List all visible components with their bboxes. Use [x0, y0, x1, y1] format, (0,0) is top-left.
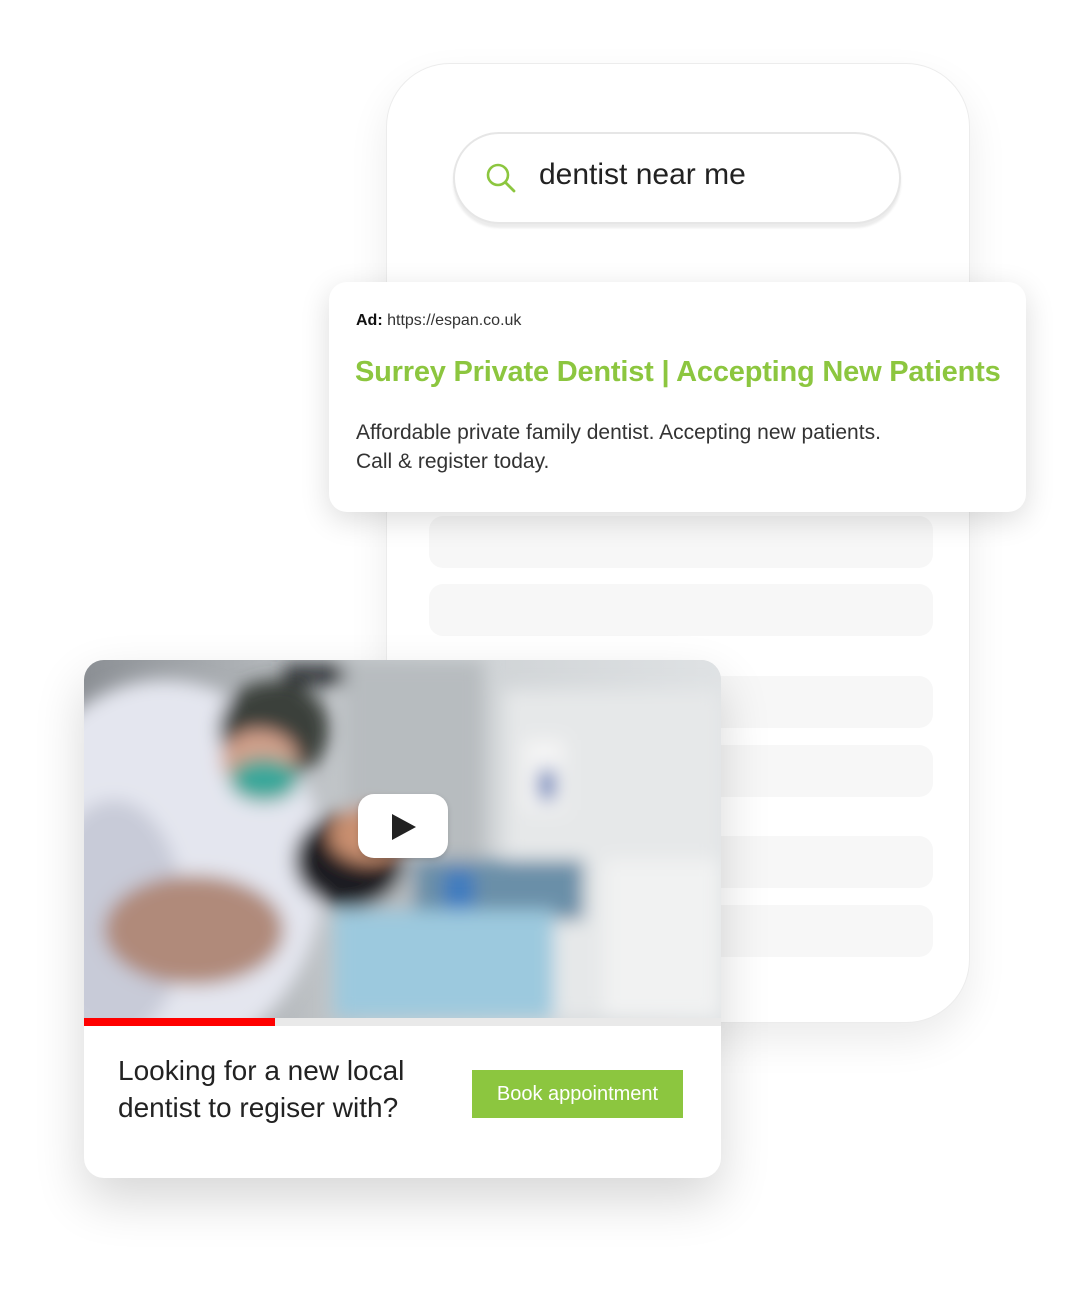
- marketing-illustration: dentist near me Ad: https://espan.co.uk …: [0, 0, 1086, 1297]
- play-button[interactable]: [358, 794, 448, 858]
- ad-label: Ad:: [356, 312, 383, 329]
- ad-description-line: Call & register today.: [356, 450, 550, 473]
- ad-description: Affordable private family dentist. Accep…: [356, 418, 996, 476]
- ad-description-line: Affordable private family dentist. Accep…: [356, 421, 881, 444]
- cta-line: Looking for a new local: [118, 1055, 405, 1086]
- search-icon: [486, 163, 516, 193]
- result-placeholder: [429, 584, 933, 636]
- ad-title-link[interactable]: Surrey Private Dentist | Accepting New P…: [355, 356, 1001, 389]
- video-progress-fill: [84, 1018, 276, 1026]
- search-query[interactable]: dentist near me: [539, 158, 746, 192]
- ad-url-line: Ad: https://espan.co.uk: [356, 312, 521, 330]
- result-placeholder: [429, 516, 933, 568]
- play-icon: [392, 814, 416, 840]
- book-appointment-button[interactable]: Book appointment: [472, 1070, 683, 1118]
- search-ad-card[interactable]: Ad: https://espan.co.uk Surrey Private D…: [329, 282, 1026, 512]
- cta-line: dentist to regiser with?: [118, 1092, 399, 1123]
- video-progress-bar[interactable]: [84, 1018, 721, 1026]
- ad-url[interactable]: https://espan.co.uk: [387, 312, 521, 329]
- search-bar[interactable]: dentist near me: [453, 132, 901, 224]
- video-cta-text: Looking for a new local dentist to regis…: [118, 1052, 458, 1126]
- video-thumbnail[interactable]: [84, 660, 721, 1018]
- video-ad-card: Looking for a new local dentist to regis…: [84, 660, 721, 1178]
